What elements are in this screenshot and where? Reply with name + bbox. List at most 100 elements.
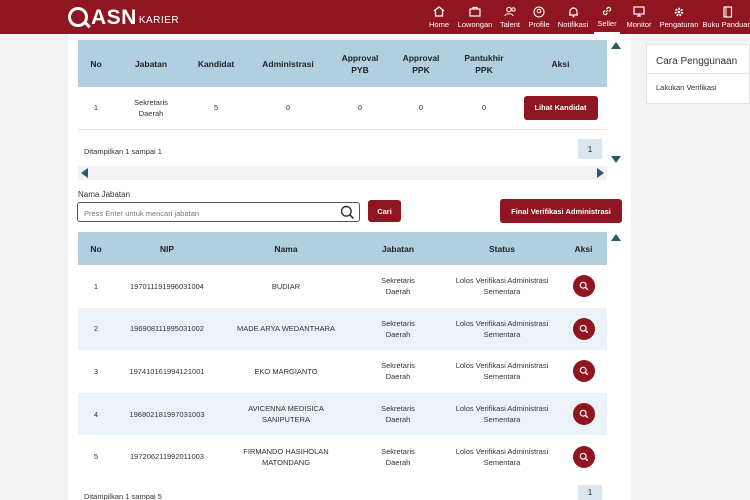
cell-jabatan: Sekretaris Daerah (381, 446, 415, 467)
cell-nama: FIRMANDO HASIHOLAN MATONDANG (243, 446, 329, 467)
search-field[interactable] (77, 202, 360, 225)
cara-penggunaan-card: Cara Penggunaan Lakukan Verifikasi (646, 44, 750, 104)
cell-aksi (560, 307, 607, 351)
cell-nip: 196802181997031003 (114, 392, 220, 436)
table-row: 1 197011191996031004 BUDIAR Sekretaris D… (78, 265, 607, 308)
col-jabatan: Jabatan (114, 40, 188, 87)
col-status: Status (444, 232, 560, 265)
cell-status: Lolos Verifikasi Administrasi Sementara (455, 446, 549, 467)
cell-aksi (560, 435, 607, 478)
nav-buku-panduan-label: Buku Panduan (702, 19, 750, 29)
col-nip: NIP (114, 232, 220, 265)
cell-no: 2 (78, 307, 114, 351)
col-nama: Nama (220, 232, 352, 265)
cell-aksi (560, 392, 607, 436)
candidate-pagination-info: Ditampilkan 1 sampai 5 (84, 492, 162, 500)
cell-nama: MADE ARYA WEDANTHARA (220, 307, 352, 351)
nav-home[interactable]: Home (428, 0, 450, 34)
cell-nip: 197206211992011003 (130, 452, 204, 462)
cell-nama: EKO MARGIANTO (254, 366, 318, 376)
lihat-kandidat-button[interactable]: Lihat Kandidat (523, 95, 598, 120)
lakukan-verifikasi-link[interactable]: Lakukan Verifikasi (647, 74, 749, 92)
table-row: 4 196802181997031003 AVICENNA MEDISICA S… (78, 392, 607, 436)
col-aksi: Aksi (514, 40, 607, 87)
view-candidate-button[interactable] (572, 445, 595, 468)
monitor-icon (632, 6, 646, 18)
cara-penggunaan-title: Cara Penggunaan (647, 45, 749, 74)
home-icon (432, 6, 446, 18)
view-candidate-button[interactable] (572, 317, 595, 340)
candidate-page-button[interactable]: 1 (578, 485, 602, 500)
scroll-up-arrow-icon[interactable] (611, 234, 621, 241)
nav-lowongan-label: Lowongan (457, 19, 493, 29)
search-input[interactable] (84, 204, 334, 223)
table-row: 1 Sekretaris Daerah 5 0 0 0 0 Lihat Kand… (78, 87, 607, 130)
table-row: 2 196908111995031002 MADE ARYA WEDANTHAR… (78, 307, 607, 351)
nav-monitor-label: Monitor (626, 19, 652, 29)
nav-profile[interactable]: Profile (528, 0, 550, 34)
search-icon[interactable] (340, 205, 355, 225)
cell-approval-ppk: 0 (388, 87, 454, 130)
col-approval-pyb: Approval PYB (332, 40, 388, 87)
briefcase-icon (468, 6, 482, 18)
scroll-right-arrow-icon[interactable] (597, 168, 604, 178)
view-candidate-button[interactable] (572, 403, 595, 426)
view-candidate-button[interactable] (572, 275, 595, 298)
cell-jabatan: Sekretaris Daerah (352, 307, 444, 351)
cell-no: 1 (78, 87, 114, 130)
cell-status: Lolos Verifikasi Administrasi Sementara (444, 307, 560, 351)
users-icon (503, 6, 517, 18)
cell-status: Lolos Verifikasi Administrasi Sementara (455, 361, 549, 382)
nav-seller-label: Seller (597, 18, 617, 28)
cell-nip: 197011191996031004 (130, 281, 204, 291)
scroll-up-arrow-icon[interactable] (611, 42, 621, 49)
nav-seller[interactable]: Seller (594, 0, 620, 34)
cell-no: 1 (93, 281, 99, 291)
table-row: 5 197206211992011003 FIRMANDO HASIHOLAN … (78, 435, 607, 478)
scroll-down-arrow-icon[interactable] (611, 156, 621, 163)
cari-button[interactable]: Cari (368, 200, 401, 222)
final-verifikasi-button[interactable]: Final Verifikasi Administrasi (500, 199, 622, 223)
nav-notifikasi-label: Notifikasi (557, 19, 589, 29)
cell-no: 5 (93, 452, 99, 462)
cell-nama: AVICENNA MEDISICA SANIPUTERA (220, 392, 352, 436)
cell-jabatan: Sekretaris Daerah (381, 276, 415, 297)
nav-home-label: Home (428, 19, 449, 29)
nav-monitor[interactable]: Monitor (626, 0, 652, 34)
scroll-left-arrow-icon[interactable] (81, 168, 88, 178)
link-icon (600, 5, 614, 17)
cell-nip: 196908111995031002 (114, 307, 220, 351)
cell-pantukhir-ppk: 0 (454, 87, 514, 130)
cell-kandidat: 5 (188, 87, 244, 130)
nav-pengaturan[interactable]: Pengaturan (660, 0, 698, 34)
cell-nip: 197410161994121001 (129, 366, 205, 376)
cell-jabatan: Sekretaris Daerah (114, 87, 188, 130)
view-candidate-button[interactable] (572, 360, 595, 383)
col-aksi: Aksi (560, 232, 607, 265)
table-row: 3 197410161994121001 EKO MARGIANTO Sekre… (78, 350, 607, 393)
col-kandidat: Kandidat (188, 40, 244, 87)
nama-jabatan-label: Nama Jabatan (78, 190, 131, 199)
cell-administrasi: 0 (244, 87, 332, 130)
search-icon (579, 367, 588, 376)
bell-icon (566, 6, 580, 18)
col-administrasi: Administrasi (244, 40, 332, 87)
summary-header-row: No Jabatan Kandidat Administrasi Approva… (78, 40, 607, 87)
cell-no: 4 (78, 392, 114, 436)
cell-aksi (560, 350, 607, 393)
nav-buku-panduan[interactable]: Buku Panduan (702, 0, 750, 34)
horizontal-scrollbar[interactable] (78, 166, 607, 180)
cell-approval-pyb: 0 (332, 87, 388, 130)
nav-lowongan[interactable]: Lowongan (457, 0, 493, 34)
nav-profile-label: Profile (528, 19, 550, 29)
logo-asn-text: ASN (91, 6, 137, 29)
asn-karier-logo[interactable]: ASN KARIER (68, 5, 179, 29)
nav-notifikasi[interactable]: Notifikasi (558, 0, 588, 34)
cell-nama: BUDIAR (271, 281, 301, 291)
nav-talent-label: Talent (500, 19, 521, 29)
cell-jabatan: Sekretaris Daerah (352, 392, 444, 436)
summary-page-button[interactable]: 1 (578, 139, 602, 159)
candidate-table: No NIP Nama Jabatan Status Aksi 1 197011… (78, 232, 607, 478)
nav-talent[interactable]: Talent (500, 0, 520, 34)
col-jabatan: Jabatan (352, 232, 444, 265)
